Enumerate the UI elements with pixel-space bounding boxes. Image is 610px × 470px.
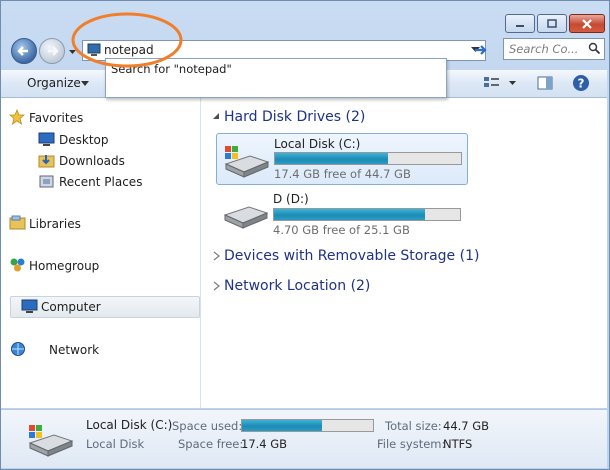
change-view-button[interactable] [481,75,521,92]
help-icon: ? [573,75,589,91]
drive-item-c[interactable]: Local Disk (C:) 17.4 GB free of 44.7 GB [216,133,468,185]
recent-places-icon [39,175,54,188]
libraries-icon [9,215,26,230]
close-button[interactable] [569,14,605,33]
nav-item-desktop[interactable]: Desktop [59,133,109,147]
nav-item-homegroup[interactable]: Homegroup [29,259,99,273]
total-size-value: 44.7 GB [443,419,490,433]
drive-name: Local Disk (C:) [274,137,361,151]
nav-item-favorites[interactable]: Favorites [29,111,83,125]
nav-item-downloads[interactable]: Downloads [59,154,125,168]
drive-item-d[interactable]: D (D:) 4.70 GB free of 25.1 GB [216,188,466,238]
hard-drive-windows-icon [28,425,74,457]
preview-pane-button[interactable] [536,75,554,92]
drive-free-space: 17.4 GB free of 44.7 GB [274,167,411,181]
group-header-network-location[interactable]: Network Location (2) [224,278,370,294]
drive-usage-fill [274,209,425,220]
hard-drive-windows-icon [224,146,270,178]
nav-label: Recent Places [59,175,143,189]
homegroup-icon [10,258,25,272]
nav-item-recent-places[interactable]: Recent Places [59,175,142,189]
downloads-folder-icon [38,155,55,168]
highlight-ellipse-annotation [71,12,183,68]
details-usage-bar [241,419,374,432]
organize-button[interactable]: Organize [27,76,81,90]
go-button[interactable] [471,41,491,59]
content-pane: Hard Disk Drives (2) Local Disk (C:) 17.… [201,98,607,408]
desktop-icon [38,132,55,146]
forward-button[interactable] [39,38,65,64]
drive-name: D (D:) [273,192,309,206]
search-box[interactable]: Search Co... [503,38,605,60]
chevron-collapsed-icon [213,281,220,291]
chevron-collapsed-icon [213,251,220,261]
minimize-button[interactable] [505,14,535,33]
preview-pane-icon [537,76,553,90]
drive-free-space: 4.70 GB free of 25.1 GB [273,223,410,237]
details-drive-name: Local Disk (C:) [86,418,173,432]
maximize-icon [547,18,557,28]
go-arrow-icon [475,45,487,55]
nav-label: Downloads [59,154,125,168]
navigation-pane: Favorites Desktop Downloads Recent Place… [1,98,201,408]
hard-drive-icon [223,206,269,229]
chevron-expanded-icon [213,113,219,119]
nav-label: Favorites [29,111,84,125]
drive-usage-fill [275,153,389,164]
chevron-down-icon [81,81,89,86]
drive-usage-bar [274,152,462,165]
space-free-value: 17.4 GB [241,437,288,451]
nav-item-computer[interactable]: Computer [10,296,200,318]
svg-text:?: ? [578,77,585,91]
nav-item-network[interactable]: Network [49,343,99,357]
nav-label: Homegroup [29,259,100,273]
network-icon [11,342,25,356]
details-drive-type: Local Disk [86,437,145,451]
file-system-value: NTFS [443,437,473,451]
star-icon [9,109,25,125]
nav-item-libraries[interactable]: Libraries [29,217,81,231]
nav-label: Desktop [59,133,109,147]
file-system-label: File system: [377,437,446,451]
minimize-icon [516,24,524,27]
computer-icon [21,299,38,313]
close-icon [582,18,592,29]
details-pane: Local Disk (C:) Local Disk Space used: S… [1,409,607,468]
space-free-label: Space free: [178,437,244,451]
drive-usage-bar [273,208,461,221]
details-usage-fill [242,420,322,431]
space-used-label: Space used: [172,419,243,433]
search-icon [588,42,601,55]
help-button[interactable]: ? [572,74,590,92]
group-header-removable-storage[interactable]: Devices with Removable Storage (1) [224,248,479,264]
nav-label: Libraries [29,217,81,231]
total-size-label: Total size: [385,419,442,433]
view-icon [484,77,516,87]
forward-arrow-icon [48,46,59,56]
search-input[interactable]: Search Co... [509,42,578,56]
nav-label: Network [49,343,100,357]
nav-label: Computer [41,300,101,314]
back-arrow-icon [17,46,28,56]
group-header-hard-disk[interactable]: Hard Disk Drives (2) [224,109,365,125]
back-button[interactable] [11,38,37,64]
maximize-button[interactable] [537,14,567,33]
